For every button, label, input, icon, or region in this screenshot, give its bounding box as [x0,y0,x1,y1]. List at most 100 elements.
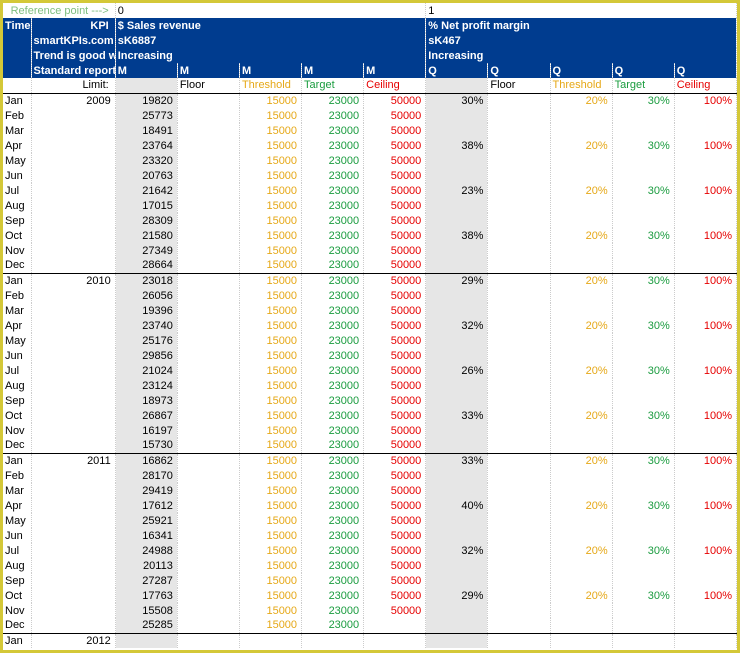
margin-floor[interactable] [488,228,550,243]
sales-value[interactable]: 29856 [115,348,177,363]
margin-value[interactable]: 32% [426,318,488,333]
sales-threshold[interactable]: 15000 [239,258,301,273]
margin-target[interactable]: 30% [612,228,674,243]
sales-target[interactable] [302,633,364,648]
sales-floor[interactable] [177,423,239,438]
sales-target[interactable]: 23000 [302,408,364,423]
kpi1-trend[interactable]: Increasing [426,48,737,63]
sales-ceiling[interactable]: 50000 [364,168,426,183]
sales-floor[interactable] [177,318,239,333]
margin-floor[interactable] [488,183,550,198]
sales-ceiling[interactable]: 50000 [364,438,426,453]
margin-floor[interactable] [488,243,550,258]
month-cell[interactable]: Dec [3,438,31,453]
month-cell[interactable]: Oct [3,228,31,243]
year-cell[interactable] [31,408,115,423]
month-cell[interactable]: Jun [3,168,31,183]
sales-value[interactable]: 25773 [115,108,177,123]
sales-value[interactable]: 25285 [115,618,177,633]
month-cell[interactable]: May [3,153,31,168]
sales-value[interactable]: 21642 [115,183,177,198]
year-cell[interactable] [31,513,115,528]
sales-target[interactable]: 23000 [302,153,364,168]
margin-ceiling[interactable]: 100% [674,363,736,378]
margin-target[interactable] [612,348,674,363]
margin-target[interactable] [612,528,674,543]
margin-floor[interactable] [488,543,550,558]
sales-threshold[interactable]: 15000 [239,333,301,348]
year-cell[interactable] [31,588,115,603]
year-cell[interactable] [31,603,115,618]
margin-value[interactable] [426,198,488,213]
sales-value[interactable]: 16862 [115,453,177,468]
sales-target[interactable]: 23000 [302,183,364,198]
sales-ceiling[interactable]: 50000 [364,423,426,438]
kpi-spreadsheet[interactable]: Reference point ---> 0 1 Time KPI $ Sale… [3,3,737,648]
margin-value[interactable] [426,258,488,273]
margin-floor[interactable] [488,513,550,528]
sales-threshold[interactable]: 15000 [239,363,301,378]
sales-threshold[interactable]: 15000 [239,303,301,318]
margin-floor[interactable] [488,333,550,348]
sales-value[interactable]: 21580 [115,228,177,243]
month-cell[interactable]: Jul [3,543,31,558]
month-cell[interactable]: Jul [3,183,31,198]
month-cell[interactable]: Feb [3,108,31,123]
month-cell[interactable]: Nov [3,603,31,618]
sales-threshold[interactable]: 15000 [239,273,301,288]
sales-target[interactable]: 23000 [302,243,364,258]
margin-value[interactable] [426,513,488,528]
month-cell[interactable]: Dec [3,258,31,273]
margin-target[interactable]: 30% [612,363,674,378]
margin-floor[interactable] [488,198,550,213]
margin-target[interactable]: 30% [612,453,674,468]
sales-value[interactable]: 15508 [115,603,177,618]
margin-ceiling[interactable] [674,393,736,408]
sales-ceiling[interactable]: 50000 [364,198,426,213]
year-cell[interactable] [31,183,115,198]
margin-value[interactable]: 32% [426,543,488,558]
margin-ceiling[interactable]: 100% [674,588,736,603]
sales-threshold[interactable]: 15000 [239,183,301,198]
margin-ceiling[interactable] [674,243,736,258]
margin-target[interactable] [612,108,674,123]
month-cell[interactable]: Apr [3,138,31,153]
margin-threshold[interactable] [550,303,612,318]
margin-threshold[interactable] [550,243,612,258]
sales-target[interactable]: 23000 [302,543,364,558]
sales-threshold[interactable]: 15000 [239,603,301,618]
margin-ceiling[interactable]: 100% [674,453,736,468]
margin-floor[interactable] [488,618,550,633]
sales-ceiling[interactable]: 50000 [364,483,426,498]
sales-ceiling[interactable]: 50000 [364,393,426,408]
margin-floor[interactable] [488,483,550,498]
margin-floor[interactable] [488,423,550,438]
margin-floor[interactable] [488,93,550,108]
sales-threshold[interactable]: 15000 [239,528,301,543]
sales-floor[interactable] [177,453,239,468]
margin-target[interactable]: 30% [612,588,674,603]
month-cell[interactable]: Apr [3,318,31,333]
sales-floor[interactable] [177,123,239,138]
margin-target[interactable] [612,243,674,258]
year-cell[interactable]: 2010 [31,273,115,288]
year-cell[interactable] [31,153,115,168]
sales-value[interactable]: 24988 [115,543,177,558]
sales-target[interactable]: 23000 [302,453,364,468]
sales-target[interactable]: 23000 [302,93,364,108]
margin-target[interactable] [612,333,674,348]
month-cell[interactable]: Aug [3,198,31,213]
kpi1-name[interactable]: % Net profit margin [426,18,737,33]
margin-target[interactable] [612,213,674,228]
margin-target[interactable] [612,288,674,303]
sales-threshold[interactable]: 15000 [239,573,301,588]
margin-floor[interactable] [488,468,550,483]
sales-floor[interactable] [177,213,239,228]
month-cell[interactable]: Sep [3,213,31,228]
sales-target[interactable]: 23000 [302,258,364,273]
sales-value[interactable]: 17612 [115,498,177,513]
margin-threshold[interactable] [550,423,612,438]
margin-floor[interactable] [488,408,550,423]
year-cell[interactable] [31,543,115,558]
month-cell[interactable]: Aug [3,378,31,393]
